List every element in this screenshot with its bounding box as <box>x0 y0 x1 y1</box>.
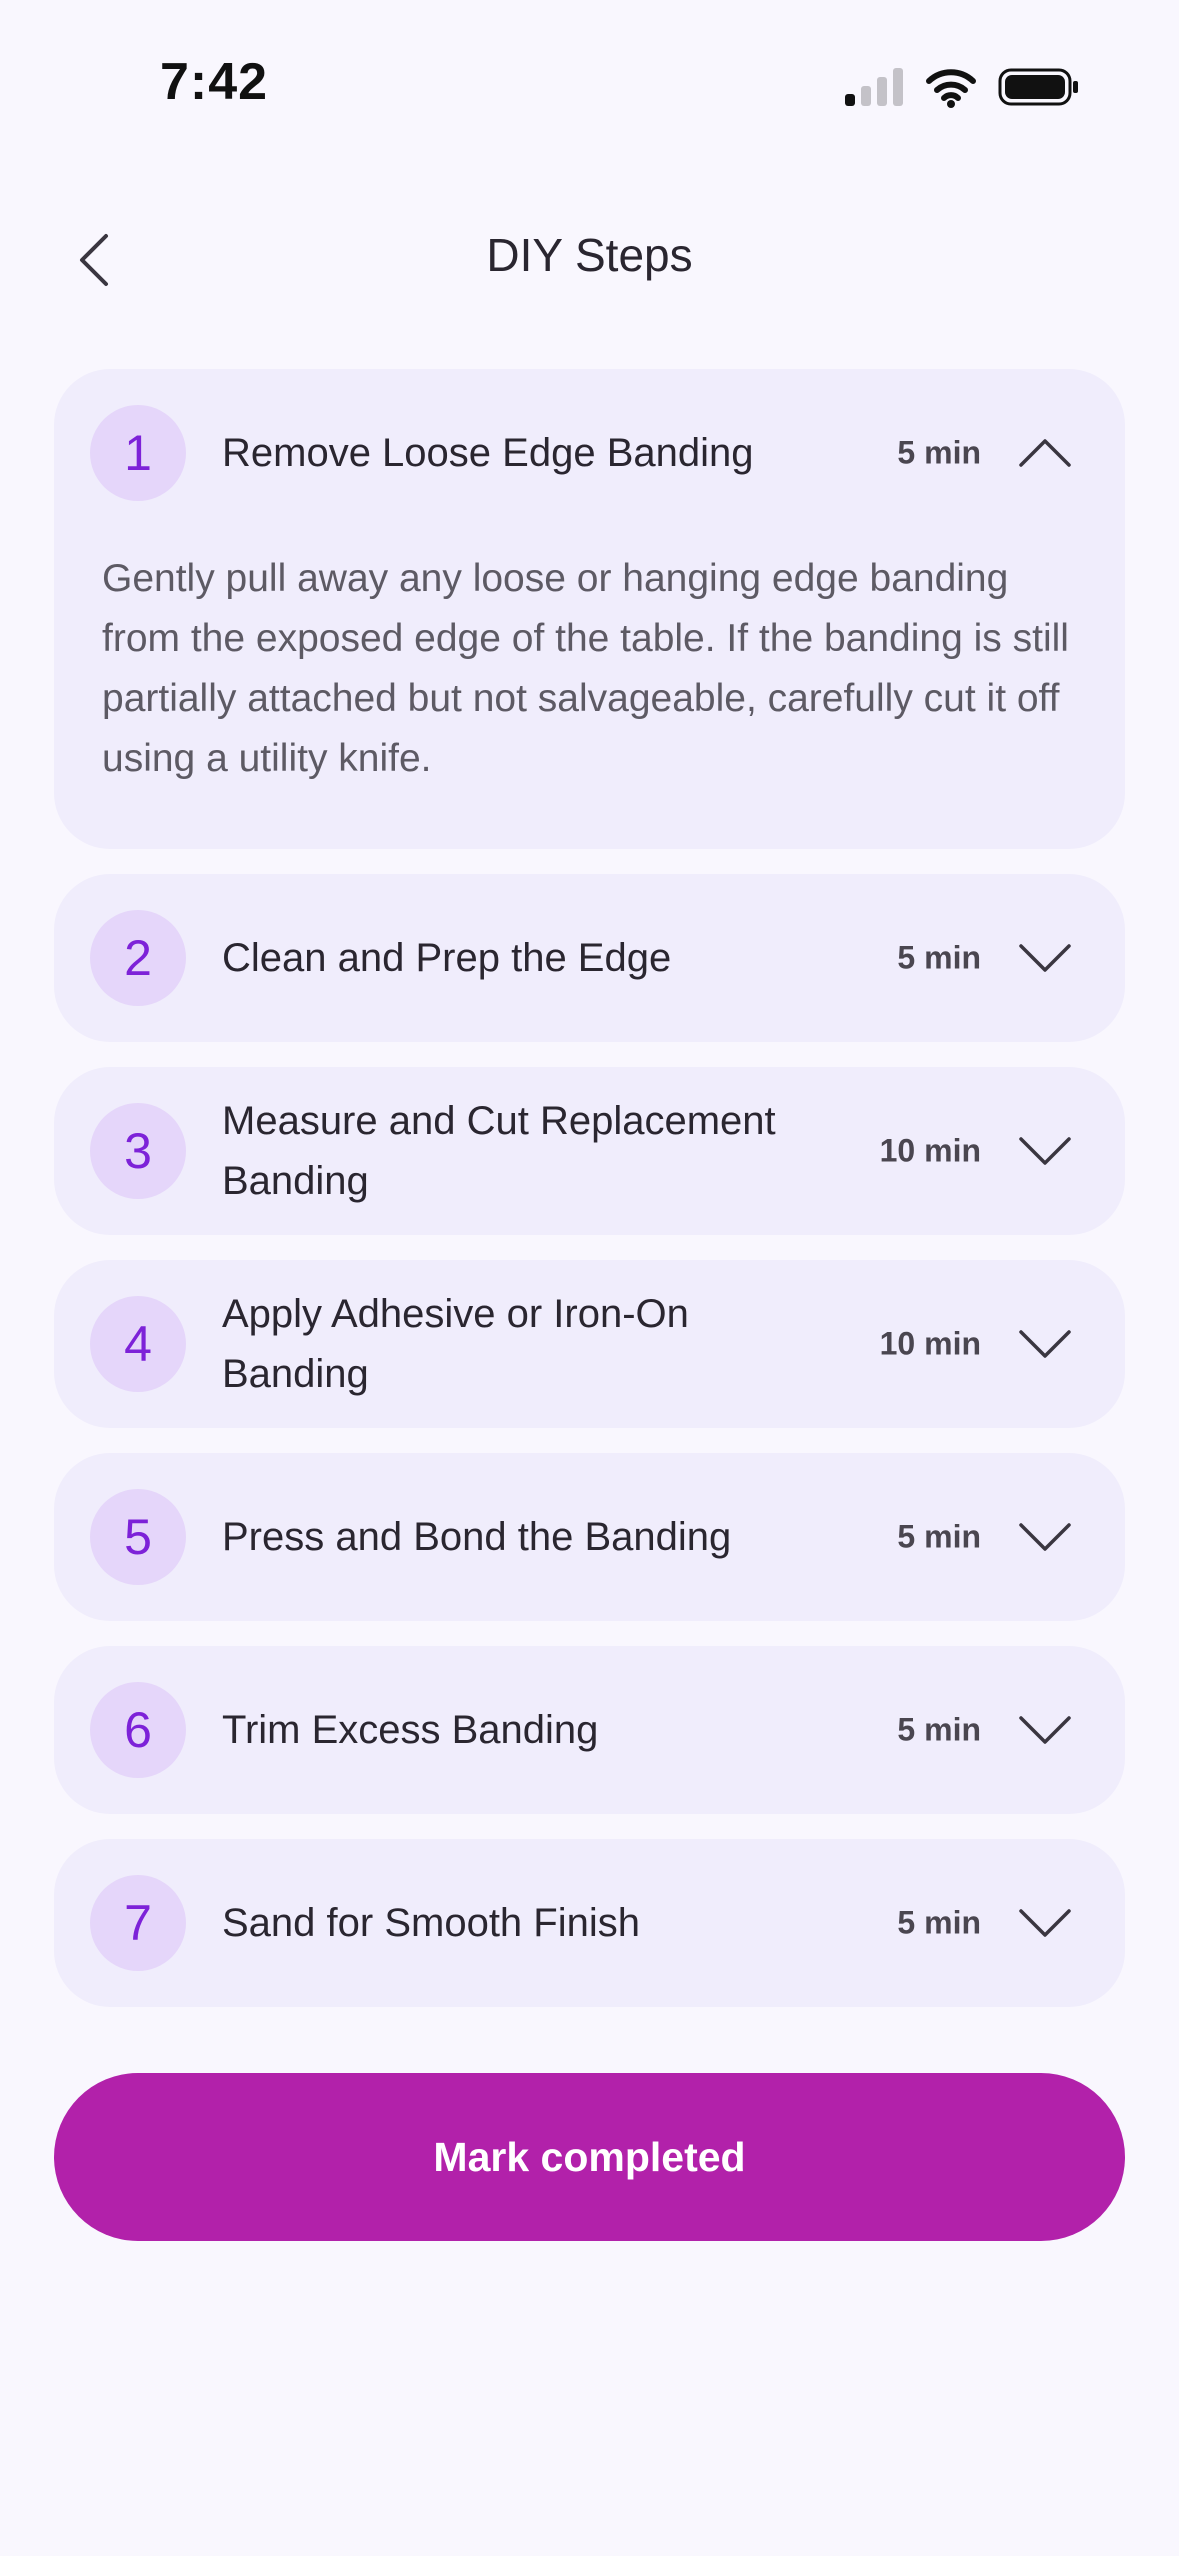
chevron-down-icon[interactable] <box>1019 1511 1071 1563</box>
page-title: DIY Steps <box>486 229 693 281</box>
step-number-badge: 3 <box>90 1103 186 1199</box>
step-card-5[interactable]: 5 Press and Bond the Banding 5 min <box>54 1453 1125 1621</box>
step-title: Remove Loose Edge Banding <box>222 431 754 475</box>
step-card-3[interactable]: 3 Measure and Cut Replacement Banding 10… <box>54 1067 1125 1235</box>
step-title: Press and Bond the Banding <box>222 1515 732 1559</box>
step-number-badge: 1 <box>90 405 186 501</box>
step-header[interactable]: 1 Remove Loose Edge Banding 5 min <box>54 369 1125 537</box>
step-card-4[interactable]: 4 Apply Adhesive or Iron-On Banding 10 m… <box>54 1260 1125 1428</box>
chevron-up-icon[interactable] <box>1019 427 1071 479</box>
step-duration: 5 min <box>897 434 981 471</box>
chevron-down-icon[interactable] <box>1019 1125 1071 1177</box>
chevron-down-icon[interactable] <box>1019 1897 1071 1949</box>
status-bar: 7:42 <box>0 0 1179 170</box>
step-title: Measure and Cut Replacement Banding <box>222 1099 776 1203</box>
step-title: Clean and Prep the Edge <box>222 936 672 980</box>
step-header[interactable]: 5 Press and Bond the Banding 5 min <box>54 1453 1125 1621</box>
step-card-1[interactable]: 1 Remove Loose Edge Banding 5 min Gently… <box>54 369 1125 849</box>
chevron-down-icon[interactable] <box>1019 1318 1071 1370</box>
step-card-7[interactable]: 7 Sand for Smooth Finish 5 min <box>54 1839 1125 2007</box>
status-time: 7:42 <box>160 53 269 111</box>
mark-completed-button[interactable]: Mark completed <box>54 2073 1125 2241</box>
step-header[interactable]: 3 Measure and Cut Replacement Banding 10… <box>54 1067 1125 1235</box>
step-number-badge: 6 <box>90 1682 186 1778</box>
step-number-badge: 2 <box>90 910 186 1006</box>
chevron-down-icon[interactable] <box>1019 1704 1071 1756</box>
step-header[interactable]: 7 Sand for Smooth Finish 5 min <box>54 1839 1125 2007</box>
step-number-badge: 5 <box>90 1489 186 1585</box>
step-duration: 5 min <box>897 1711 981 1748</box>
step-duration: 10 min <box>879 1325 981 1362</box>
step-header[interactable]: 6 Trim Excess Banding 5 min <box>54 1646 1125 1814</box>
step-header[interactable]: 4 Apply Adhesive or Iron-On Banding 10 m… <box>54 1260 1125 1428</box>
step-duration: 10 min <box>879 1132 981 1169</box>
battery-icon <box>998 68 1078 106</box>
step-number-badge: 7 <box>90 1875 186 1971</box>
chevron-down-icon[interactable] <box>1019 932 1071 984</box>
steps-list: 1 Remove Loose Edge Banding 5 min Gently… <box>54 369 1125 2032</box>
step-number-badge: 4 <box>90 1296 186 1392</box>
step-header[interactable]: 2 Clean and Prep the Edge 5 min <box>54 874 1125 1042</box>
step-title: Trim Excess Banding <box>222 1708 599 1752</box>
step-card-2[interactable]: 2 Clean and Prep the Edge 5 min <box>54 874 1125 1042</box>
step-title: Apply Adhesive or Iron-On Banding <box>222 1292 689 1396</box>
step-duration: 5 min <box>897 1518 981 1555</box>
wifi-icon <box>926 69 976 108</box>
cellular-signal-icon <box>845 68 903 106</box>
step-title: Sand for Smooth Finish <box>222 1901 640 1945</box>
step-card-6[interactable]: 6 Trim Excess Banding 5 min <box>54 1646 1125 1814</box>
step-duration: 5 min <box>897 1904 981 1941</box>
step-duration: 5 min <box>897 939 981 976</box>
step-description: Gently pull away any loose or hanging ed… <box>102 557 1069 780</box>
